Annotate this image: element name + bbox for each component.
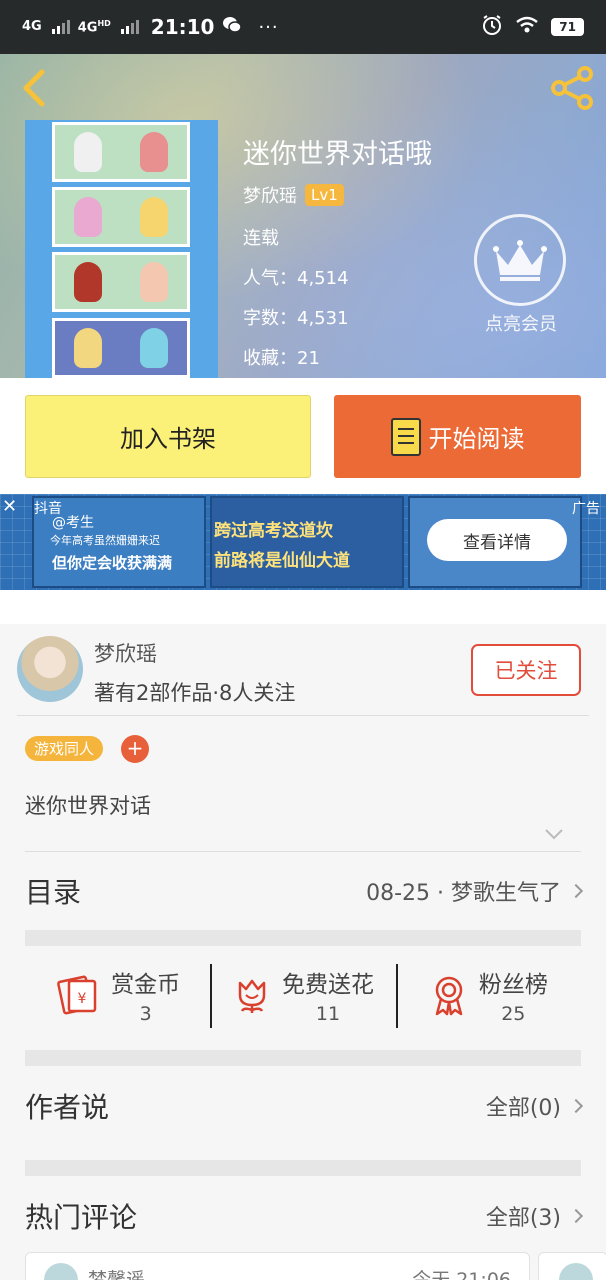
ribbon-medal-icon [435, 976, 463, 1016]
stat-value: 3 [139, 1003, 152, 1025]
status-bar: 4G 4GHD 21:10 ··· 71 [0, 0, 606, 54]
ad-text-2: 今年高考虽然姗姗来迟 [50, 534, 160, 547]
section-separator [25, 930, 581, 946]
commenter-avatar[interactable] [559, 1263, 593, 1280]
commenter-name: 梦馨遥 [88, 1269, 146, 1280]
chevron-right-icon [568, 1098, 584, 1114]
wechat-icon [222, 16, 243, 38]
chevron-right-icon [568, 883, 584, 899]
network-label-1: 4G [22, 19, 42, 35]
author-stats: 著有2部作品·8人关注 [94, 681, 296, 705]
book-header: 迷你世界对话哦 梦欣瑶 Lv1 连载 人气：4,514 字数：4,531 收藏：… [0, 54, 606, 378]
book-intro: 迷你世界对话 [25, 794, 151, 818]
add-to-shelf-button[interactable]: 加入书架 [25, 395, 311, 478]
book-title: 迷你世界对话哦 [243, 139, 432, 170]
share-button[interactable] [548, 64, 596, 112]
popularity-stat: 人气：4,514 [243, 268, 349, 289]
serial-status: 连载 [243, 228, 279, 249]
action-bar: 加入书架 开始阅读 [0, 378, 606, 494]
wifi-icon [515, 15, 539, 39]
reward-coins-button[interactable]: ¥ 赏金币 3 [25, 960, 210, 1030]
comment-time: 今天 21:06 [412, 1269, 511, 1280]
author-avatar[interactable] [17, 636, 83, 702]
favorites-stat: 收藏：21 [243, 348, 320, 369]
start-reading-button[interactable]: 开始阅读 [334, 395, 581, 478]
book-cover[interactable] [25, 120, 218, 378]
hot-comments-title: 热门评论 [25, 1201, 138, 1234]
book-icon [390, 417, 421, 456]
flower-icon [238, 979, 266, 1013]
spacer [0, 590, 606, 624]
author-says-row[interactable]: 作者说 全部(0) [25, 1084, 584, 1128]
stat-label: 免费送花 [281, 972, 374, 998]
author-says-title: 作者说 [25, 1091, 110, 1124]
book-author[interactable]: 梦欣瑶 [243, 182, 297, 208]
network-indicators: 4G 4GHD [22, 19, 139, 35]
hot-comments-all: 全部(3) [486, 1200, 584, 1232]
ad-banner[interactable]: ✕ 抖音 广告 @考生 今年高考虽然姗姗来迟 但你定会收获满满 跨过高考这道坎 … [0, 494, 606, 590]
chevron-right-icon [568, 1208, 584, 1224]
comment-card-next[interactable] [538, 1252, 606, 1280]
add-tag-button[interactable]: + [121, 735, 149, 763]
latest-chapter: 08-25 · 梦歌生气了 [366, 875, 584, 907]
genre-tag[interactable]: 游戏同人 [25, 736, 104, 761]
signal-icon-2 [120, 19, 139, 34]
ad-view-details-button[interactable]: 查看详情 [427, 519, 567, 561]
catalog-row[interactable]: 目录 08-25 · 梦歌生气了 [25, 870, 584, 912]
ad-slogan-2: 前路将是仙仙大道 [214, 551, 350, 571]
battery-indicator: 71 [551, 18, 584, 36]
network-label-2: 4GHD [77, 18, 111, 36]
stat-label: 赏金币 [111, 972, 181, 998]
crown-icon [474, 214, 566, 306]
commenter-avatar[interactable] [44, 1263, 78, 1280]
word-count-stat: 字数：4,531 [243, 308, 349, 329]
author-name[interactable]: 梦欣瑶 [94, 638, 157, 668]
ad-label: 广告 [572, 501, 600, 517]
divider [25, 851, 581, 852]
stat-value: 25 [501, 1003, 526, 1025]
back-button[interactable] [16, 68, 52, 108]
vip-label: 点亮会员 [485, 314, 557, 335]
divider [17, 715, 589, 716]
alarm-icon [481, 14, 503, 41]
stat-label: 粉丝榜 [478, 972, 548, 998]
share-icon [551, 66, 593, 110]
stat-value: 11 [315, 1003, 341, 1025]
more-notifications: ··· [258, 16, 279, 38]
svg-text:¥: ¥ [78, 991, 87, 1007]
ad-text-1: @考生 [52, 515, 94, 531]
follow-button[interactable]: 已关注 [471, 644, 581, 696]
comment-card[interactable]: 梦馨遥 今天 21:06 [25, 1252, 530, 1280]
catalog-title: 目录 [25, 876, 82, 909]
chevron-left-icon [23, 69, 45, 107]
reward-stats: ¥ 赏金币 3 免费送花 11 粉丝榜 25 [25, 960, 581, 1030]
ad-slogan-1: 跨过高考这道坎 [214, 521, 333, 541]
close-ad-icon[interactable]: ✕ [2, 496, 17, 517]
start-reading-label: 开始阅读 [428, 425, 525, 453]
signal-icon [51, 19, 70, 34]
hot-comments-row[interactable]: 热门评论 全部(3) [25, 1194, 584, 1238]
fan-ranking-button[interactable]: 粉丝榜 25 [395, 960, 581, 1030]
author-says-all: 全部(0) [486, 1090, 584, 1122]
level-badge: Lv1 [305, 184, 344, 206]
book-details: 梦欣瑶 著有2部作品·8人关注 已关注 游戏同人 + 迷你世界对话 目录 08-… [0, 624, 606, 1280]
send-flower-button[interactable]: 免费送花 11 [210, 960, 395, 1030]
section-separator [25, 1160, 581, 1176]
expand-intro-icon[interactable] [544, 825, 564, 845]
red-envelope-icon: ¥ [57, 975, 97, 1015]
ad-text-3: 但你定会收获满满 [52, 554, 173, 572]
vip-button[interactable]: 点亮会员 [474, 214, 568, 336]
clock: 21:10 [150, 15, 215, 39]
book-author-line: 梦欣瑶 Lv1 [243, 182, 344, 208]
section-separator [25, 1050, 581, 1066]
